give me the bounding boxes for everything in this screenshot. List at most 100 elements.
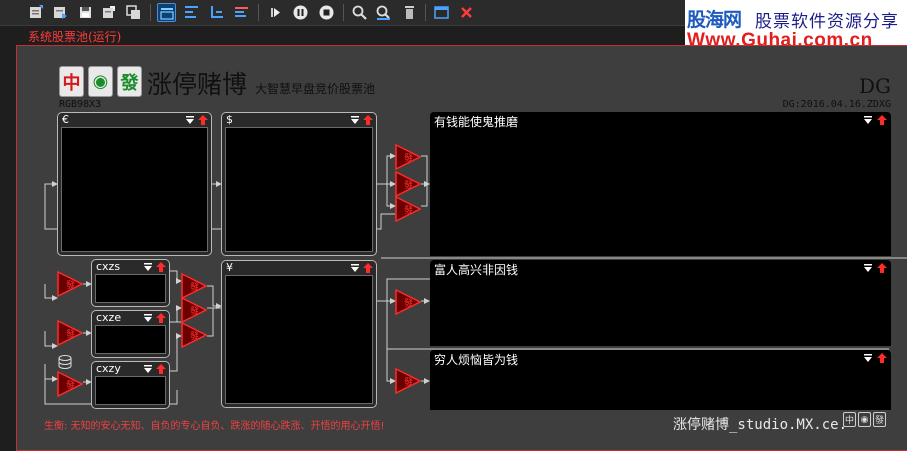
menu-dropdown-icon[interactable] — [863, 353, 873, 363]
result-bottom[interactable]: 穷人烦恼皆为钱 — [430, 350, 891, 410]
block-cxzs-title: cxzs — [96, 260, 121, 273]
banner-slogan: 股票软件资源分享 — [755, 12, 899, 32]
find-next-icon[interactable] — [374, 3, 393, 22]
filter-triangle-icon[interactable]: 發 — [181, 273, 207, 299]
block-cxzy-title: cxzy — [96, 362, 121, 375]
block-euro-title: € — [62, 113, 69, 126]
menu-dropdown-icon[interactable] — [863, 263, 873, 273]
block-yen-title: ¥ — [226, 261, 233, 274]
footer-brand: 涨停赌博_studio.MX.ce. — [673, 417, 848, 433]
block-cxzs[interactable]: cxzs — [91, 259, 170, 307]
save-icon[interactable] — [76, 3, 95, 22]
align-top-icon[interactable] — [182, 3, 201, 22]
window-icon[interactable] — [432, 3, 451, 22]
edit-doc-icon[interactable] — [100, 3, 119, 22]
result-top-list[interactable] — [430, 128, 891, 256]
filter-triangle-icon[interactable]: 發 — [395, 368, 421, 394]
menu-dropdown-icon[interactable] — [143, 262, 153, 272]
raise-up-icon[interactable] — [363, 263, 373, 273]
block-euro[interactable]: € — [57, 112, 212, 256]
svg-text:發: 發 — [190, 305, 199, 317]
mini-zhong-tile: 中 — [843, 412, 856, 427]
svg-text:發: 發 — [404, 204, 413, 216]
close-icon[interactable] — [457, 3, 476, 22]
filter-triangle-icon[interactable]: 發 — [57, 271, 83, 297]
svg-text:發: 發 — [190, 281, 199, 293]
app-title: 涨停赌博 — [147, 70, 248, 99]
block-cxzs-list[interactable] — [95, 274, 166, 303]
open-doc-icon[interactable] — [51, 3, 70, 22]
mahjong-zhong-tile: 中 — [59, 66, 84, 97]
pause-icon[interactable] — [291, 3, 310, 22]
block-yen[interactable]: ¥ — [221, 260, 377, 408]
raise-up-icon[interactable] — [198, 115, 208, 125]
block-dollar-list[interactable] — [225, 127, 373, 252]
dg-mark: DG — [858, 74, 891, 98]
filter-triangle-icon[interactable]: 發 — [181, 297, 207, 323]
result-mid-list[interactable] — [430, 276, 891, 346]
block-euro-list[interactable] — [61, 127, 208, 252]
block-dollar[interactable]: $ — [221, 112, 377, 256]
stop-icon[interactable] — [317, 3, 336, 22]
mahjong-circle-tile: ◉ — [88, 66, 113, 97]
raise-up-icon[interactable] — [156, 313, 166, 323]
svg-text:發: 發 — [66, 328, 75, 340]
filter-triangle-icon[interactable]: 發 — [181, 322, 207, 348]
find-icon[interactable] — [350, 3, 369, 22]
filter-triangle-icon[interactable]: 發 — [395, 171, 421, 197]
block-cxze-title: cxze — [96, 311, 122, 324]
menu-dropdown-icon[interactable] — [143, 364, 153, 374]
panel-title: 系统股票池(运行) — [28, 30, 122, 44]
toolbar — [0, 0, 685, 26]
version-label: DG:2016.04.16.ZDXG — [782, 99, 891, 110]
block-cxze[interactable]: cxze — [91, 310, 170, 358]
delete-icon[interactable] — [400, 3, 419, 22]
svg-text:發: 發 — [404, 297, 413, 309]
align-left-icon[interactable] — [232, 3, 251, 22]
menu-dropdown-icon[interactable] — [185, 115, 195, 125]
raise-up-icon[interactable] — [877, 353, 887, 363]
raise-up-icon[interactable] — [877, 115, 887, 125]
svg-text:發: 發 — [66, 279, 75, 291]
app-subtitle: 大智慧早盘竞价股票池 — [255, 82, 376, 96]
play-icon[interactable] — [265, 3, 284, 22]
banner-site-name: 股海网 — [687, 9, 742, 31]
svg-text:發: 發 — [404, 152, 413, 164]
raise-up-icon[interactable] — [877, 263, 887, 273]
svg-text:發: 發 — [190, 330, 199, 342]
filter-triangle-icon[interactable]: 發 — [395, 196, 421, 222]
block-cxzy-list[interactable] — [95, 376, 166, 405]
rgb-code: RGB98X3 — [59, 99, 102, 110]
layout-single-icon[interactable] — [157, 3, 176, 22]
menu-dropdown-icon[interactable] — [143, 313, 153, 323]
raise-up-icon[interactable] — [363, 115, 373, 125]
mahjong-fa-tile: 發 — [117, 66, 142, 97]
result-bottom-list[interactable] — [430, 366, 891, 410]
new-doc-icon[interactable] — [27, 3, 46, 22]
mini-circle-tile: ◉ — [858, 412, 871, 427]
mini-fa-tile: 發 — [873, 412, 886, 427]
block-dollar-title: $ — [226, 113, 233, 126]
menu-dropdown-icon[interactable] — [863, 115, 873, 125]
stock-pool-window: 中 ◉ 發 涨停赌博 大智慧早盘竞价股票池 RGB98X3 DG DG:2016… — [16, 45, 907, 451]
svg-text:發: 發 — [404, 376, 413, 388]
copy-icon[interactable] — [124, 3, 143, 22]
svg-text:發: 發 — [66, 379, 75, 391]
filter-triangle-icon[interactable]: 發 — [57, 320, 83, 346]
block-cxze-list[interactable] — [95, 325, 166, 354]
raise-up-icon[interactable] — [156, 364, 166, 374]
align-bottom-icon[interactable] — [207, 3, 226, 22]
footer-motto: 生衡: 无知的安心无知、自负的专心自负、跌涨的随心跌涨、开悟的用心开悟! — [44, 421, 385, 432]
svg-text:發: 發 — [404, 179, 413, 191]
database-icon[interactable] — [57, 354, 73, 369]
menu-dropdown-icon[interactable] — [350, 115, 360, 125]
block-cxzy[interactable]: cxzy — [91, 361, 170, 409]
result-mid[interactable]: 富人高兴非因钱 — [430, 260, 891, 346]
filter-triangle-icon[interactable]: 發 — [395, 289, 421, 315]
block-yen-list[interactable] — [225, 275, 373, 404]
filter-triangle-icon[interactable]: 發 — [395, 144, 421, 170]
result-top[interactable]: 有钱能使鬼推磨 — [430, 112, 891, 256]
raise-up-icon[interactable] — [156, 262, 166, 272]
menu-dropdown-icon[interactable] — [350, 263, 360, 273]
filter-triangle-icon[interactable]: 發 — [57, 371, 83, 397]
